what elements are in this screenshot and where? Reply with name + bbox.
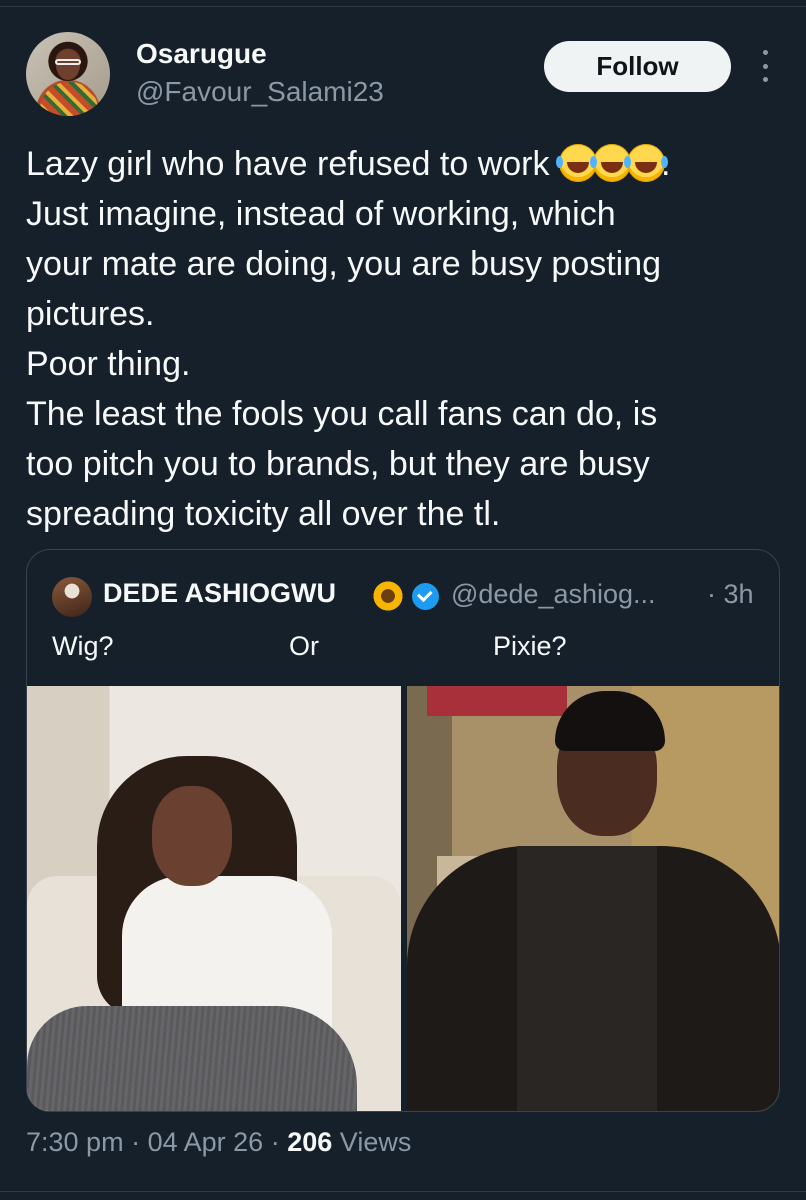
bottom-divider	[0, 1191, 806, 1192]
more-dot	[762, 50, 768, 55]
views-label: Views	[339, 1127, 412, 1157]
avatar-glasses	[55, 59, 81, 65]
quote-text-wig: Wig?	[52, 631, 114, 661]
more-dot	[762, 77, 768, 82]
photo-top	[517, 846, 657, 1111]
tweet-meta: 7:30 pm · 04 Apr 26 · 206 Views	[26, 1127, 411, 1158]
author-handle[interactable]: @Favour_Salami23	[136, 76, 384, 108]
tears-of-joy-emoji-icon	[623, 144, 665, 183]
author-display-name[interactable]: Osarugue	[136, 38, 267, 70]
top-divider	[0, 6, 806, 7]
quoted-tweet-card[interactable]: DEDE ASHIOGWU @dede_ashiog... · 3h Wig? …	[26, 549, 780, 1112]
tweet-line-1: Lazy girl who have refused to work	[26, 145, 550, 183]
quote-image-pixie[interactable]	[407, 686, 779, 1111]
tweet-text: Lazy girl who have refused to work . Jus…	[26, 139, 786, 539]
tweet-time[interactable]: 7:30 pm	[26, 1127, 124, 1157]
photo-pants	[27, 1006, 357, 1111]
avatar-face	[56, 50, 80, 80]
quote-image-wig[interactable]	[27, 686, 401, 1111]
author-avatar[interactable]	[26, 32, 110, 116]
views-count[interactable]: 206	[287, 1127, 332, 1157]
quote-timestamp[interactable]: · 3h	[707, 579, 754, 610]
quote-text-pixie: Pixie?	[493, 631, 567, 661]
quote-text-or: Or	[289, 631, 319, 661]
meta-separator: ·	[131, 1127, 141, 1157]
photo-face	[152, 786, 232, 886]
meta-separator: ·	[270, 1127, 280, 1157]
photo-hair	[555, 691, 665, 751]
sunflower-icon	[373, 581, 403, 611]
quote-author-name[interactable]: DEDE ASHIOGWU	[103, 578, 336, 609]
quote-author-handle[interactable]: @dede_ashiog...	[451, 579, 656, 610]
photo-shelf	[427, 686, 567, 716]
tweet-body: Just imagine, instead of working, which …	[26, 195, 662, 533]
tweet-date[interactable]: 04 Apr 26	[148, 1127, 264, 1157]
verified-badge-icon	[412, 583, 439, 610]
follow-button[interactable]: Follow	[544, 41, 731, 92]
more-dot	[762, 63, 768, 69]
avatar-body	[40, 82, 98, 116]
tears-of-joy-emojis	[555, 144, 665, 183]
quote-author-avatar[interactable]	[52, 577, 92, 617]
more-options-icon[interactable]	[755, 50, 775, 82]
